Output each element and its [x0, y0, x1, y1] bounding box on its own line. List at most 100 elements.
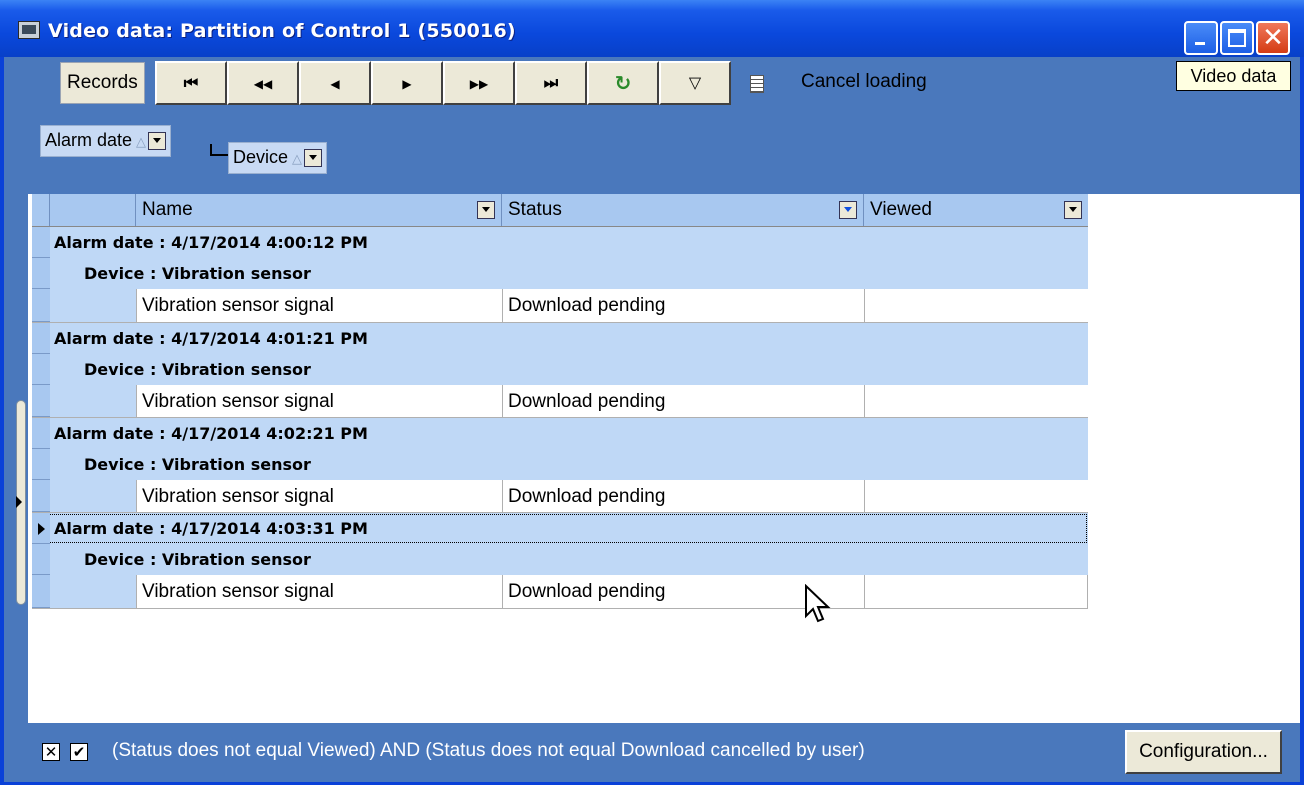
filter-funnel-icon: ▽ — [688, 73, 702, 92]
column-header-label: Viewed — [870, 199, 932, 220]
maximize-button[interactable] — [1220, 21, 1254, 55]
group-row-alarm-date[interactable]: Alarm date : 4/17/2014 4:01:21 PM — [32, 323, 1088, 354]
row-indent — [50, 289, 136, 322]
table-row[interactable]: Vibration sensor signal Download pending — [32, 289, 1088, 323]
cell-viewed[interactable] — [864, 289, 1088, 322]
filter-enabled-checkbox[interactable]: ✔ — [70, 743, 88, 761]
row-indicator[interactable] — [32, 513, 50, 544]
close-icon: ✕ — [1262, 23, 1284, 53]
row-indicator[interactable] — [32, 385, 50, 417]
row-indent — [50, 385, 136, 417]
maximize-icon — [1228, 29, 1246, 47]
cell-status[interactable]: Download pending — [502, 480, 864, 512]
column-header-label: Status — [508, 199, 562, 220]
group-row-device[interactable]: Device : Vibration sensor — [32, 354, 1088, 385]
group-chip-label: Alarm date — [45, 130, 133, 150]
grid-header: Name Status Viewed — [32, 194, 1088, 227]
group-chip-label: Device — [233, 147, 289, 167]
row-indicator[interactable] — [32, 227, 50, 258]
prev-record-button[interactable]: ◀ — [299, 61, 371, 105]
group-label: Device : Vibration sensor — [84, 264, 311, 283]
row-indicator[interactable] — [32, 544, 50, 575]
cell-name[interactable]: Vibration sensor signal — [136, 480, 502, 512]
filter-expression[interactable]: (Status does not equal Viewed) AND (Stat… — [112, 740, 865, 762]
table-row[interactable]: Vibration sensor signal Download pending — [32, 385, 1088, 418]
row-indicator[interactable] — [32, 258, 50, 289]
header-indent — [50, 194, 136, 226]
close-button[interactable]: ✕ — [1256, 21, 1290, 55]
data-grid: Name Status Viewed Alarm date : 4/17/201… — [28, 190, 1300, 723]
group-row-alarm-date[interactable]: Alarm date : 4/17/2014 4:00:12 PM — [32, 227, 1088, 258]
tooltip: Video data — [1176, 61, 1291, 91]
group-chip-alarm-date[interactable]: Alarm date △ — [40, 125, 172, 157]
minimize-button[interactable] — [1184, 21, 1218, 55]
configuration-button[interactable]: Configuration... — [1125, 730, 1282, 774]
group-label: Alarm date : 4/17/2014 4:02:21 PM — [54, 424, 368, 443]
app-window: Video data: Partition of Control 1 (5500… — [0, 0, 1304, 785]
app-monitor-icon[interactable] — [18, 21, 40, 39]
prev-page-button[interactable]: ◀◀ — [227, 61, 299, 105]
column-header-name[interactable]: Name — [136, 194, 502, 226]
row-indent — [50, 575, 136, 608]
row-indicator[interactable] — [32, 418, 50, 449]
grid-view-icon[interactable] — [750, 75, 764, 93]
row-indicator[interactable] — [32, 480, 50, 512]
row-indicator[interactable] — [32, 449, 50, 480]
back-icon: ◀ — [330, 77, 340, 91]
expand-arrow-icon[interactable] — [16, 496, 22, 508]
group-row-device[interactable]: Device : Vibration sensor — [32, 449, 1088, 480]
chevron-down-icon[interactable] — [1064, 201, 1082, 219]
cell-viewed[interactable] — [864, 480, 1088, 512]
group-label: Device : Vibration sensor — [84, 550, 311, 569]
table-row[interactable]: Vibration sensor signal Download pending — [32, 575, 1088, 609]
records-label: Records — [60, 62, 145, 104]
chevron-down-icon[interactable] — [839, 201, 857, 219]
group-row-alarm-date-selected[interactable]: Alarm date : 4/17/2014 4:03:31 PM — [32, 513, 1088, 544]
cell-status[interactable]: Download pending — [502, 289, 864, 322]
group-chip-device[interactable]: Device △ — [228, 142, 328, 174]
row-indicator[interactable] — [32, 354, 50, 385]
column-header-label: Name — [142, 199, 193, 220]
group-row-alarm-date[interactable]: Alarm date : 4/17/2014 4:02:21 PM — [32, 418, 1088, 449]
cell-name[interactable]: Vibration sensor signal — [136, 385, 502, 417]
cell-viewed[interactable] — [864, 385, 1088, 417]
skip-last-icon: ⏭ — [543, 73, 559, 92]
row-indicator[interactable] — [32, 575, 50, 608]
left-splitter[interactable] — [4, 110, 28, 782]
column-header-status[interactable]: Status — [502, 194, 864, 226]
last-record-button[interactable]: ⏭ — [515, 61, 587, 105]
cell-name[interactable]: Vibration sensor signal — [136, 575, 502, 608]
skip-first-icon: ⏮ — [183, 73, 199, 92]
cancel-loading-button[interactable]: Cancel loading — [801, 71, 927, 93]
next-page-button[interactable]: ▶▶ — [443, 61, 515, 105]
row-indicator[interactable] — [32, 289, 50, 322]
refresh-button[interactable]: ↻ — [587, 61, 659, 105]
filter-button[interactable]: ▽ — [659, 61, 731, 105]
cell-name[interactable]: Vibration sensor signal — [136, 289, 502, 322]
row-indent — [50, 480, 136, 512]
fast-forward-icon: ▶▶ — [469, 77, 489, 91]
window-title: Video data: Partition of Control 1 (5500… — [48, 20, 516, 42]
chevron-down-icon[interactable] — [304, 149, 323, 168]
cell-viewed[interactable] — [864, 575, 1088, 608]
current-row-arrow-icon — [38, 523, 45, 535]
title-bar[interactable]: Video data: Partition of Control 1 (5500… — [0, 0, 1304, 57]
minimize-icon — [1195, 42, 1205, 45]
next-record-button[interactable]: ▶ — [371, 61, 443, 105]
client-area: Records ⏮ ◀◀ ◀ ▶ ▶▶ ⏭ ↻ ▽ Cancel loading… — [4, 57, 1300, 782]
group-label: Alarm date : 4/17/2014 4:00:12 PM — [54, 233, 368, 252]
group-label: Alarm date : 4/17/2014 4:01:21 PM — [54, 329, 368, 348]
sort-ascending-icon: △ — [136, 134, 147, 149]
clear-filter-icon[interactable]: ✕ — [42, 743, 60, 761]
filter-footer: ✕ ✔ (Status does not equal Viewed) AND (… — [28, 723, 1300, 782]
row-indicator[interactable] — [32, 323, 50, 354]
column-header-viewed[interactable]: Viewed — [864, 194, 1088, 226]
table-row[interactable]: Vibration sensor signal Download pending — [32, 480, 1088, 513]
cell-status[interactable]: Download pending — [502, 385, 864, 417]
chevron-down-icon[interactable] — [148, 132, 167, 151]
group-label: Alarm date : 4/17/2014 4:03:31 PM — [54, 519, 368, 538]
first-record-button[interactable]: ⏮ — [155, 61, 227, 105]
group-row-device[interactable]: Device : Vibration sensor — [32, 544, 1088, 575]
group-row-device[interactable]: Device : Vibration sensor — [32, 258, 1088, 289]
chevron-down-icon[interactable] — [477, 201, 495, 219]
